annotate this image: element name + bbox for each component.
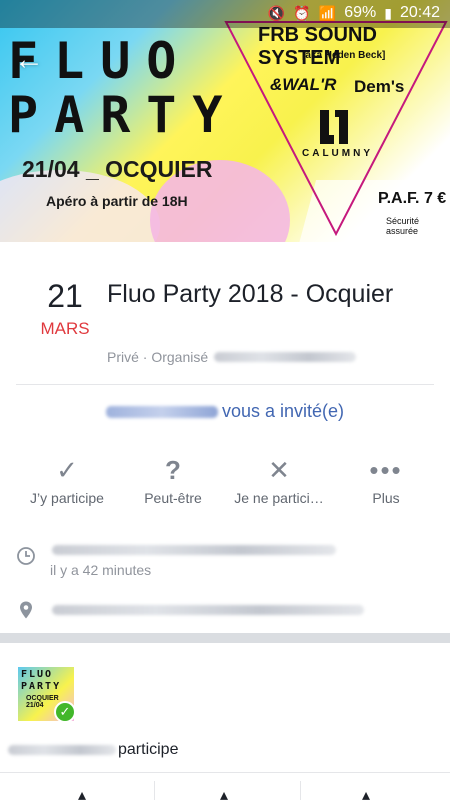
going-button[interactable]: ✓ J’y participe xyxy=(0,450,134,506)
wifi-icon: 📶 xyxy=(318,4,337,21)
redacted-event-time xyxy=(52,545,336,555)
event-location-row[interactable] xyxy=(0,598,450,626)
bottom-separator xyxy=(300,781,301,800)
attendee-status-text: participe xyxy=(118,741,179,758)
event-date: 21 MARS xyxy=(30,278,100,339)
cover-headliner: FRB SOUND SYSTEM xyxy=(258,24,377,69)
event-cover-photo[interactable]: FLUO PARTY 21/04 _ OCQUIER Apéro à parti… xyxy=(0,0,450,242)
redacted-attendee-name xyxy=(8,745,116,755)
clock-icon xyxy=(17,547,35,565)
cover-apero: Apéro à partir de 18H xyxy=(46,193,188,209)
event-day: 21 xyxy=(47,278,83,314)
location-pin-icon xyxy=(20,601,32,619)
bottom-action-icon[interactable]: ▴ xyxy=(220,785,228,800)
event-time-row[interactable]: il y a 42 minutes xyxy=(0,538,450,588)
back-arrow-icon[interactable]: ← xyxy=(14,45,44,75)
rsvp-actions: ✓ J’y participe ? Peut-être ✕ Je ne part… xyxy=(0,450,450,506)
battery-icon: ▮ xyxy=(384,4,392,21)
status-bar: 🔇 ⏰ 📶 69% ▮ 20:42 xyxy=(0,0,450,28)
invite-text: vous a invité(e) xyxy=(221,401,345,421)
event-title: Fluo Party 2018 - Ocquier xyxy=(107,280,394,308)
thumbnail-subtitle: OCQUIER 21/04 xyxy=(26,695,59,709)
maybe-button[interactable]: ? Peut-être xyxy=(134,450,212,506)
cover-artist-2: Dem's xyxy=(354,77,405,96)
cover-price: P.A.F. 7 € xyxy=(378,190,447,207)
thumbnail-line2: PARTY xyxy=(21,681,62,692)
not-going-label: Je ne partici… xyxy=(234,490,324,506)
attendee-status[interactable]: participe xyxy=(8,741,178,759)
question-icon: ? xyxy=(165,455,181,485)
more-button[interactable]: ••• Plus xyxy=(346,450,426,506)
thumbnail-line3: OCQUIER xyxy=(26,695,59,702)
cover-security: Sécurité assurée xyxy=(386,216,420,236)
bottom-separator xyxy=(154,781,155,800)
cover-artist-3: CALUMNY xyxy=(302,148,373,159)
redacted-organizer xyxy=(214,352,357,362)
more-icon: ••• xyxy=(369,455,403,485)
thumbnail-title: FLUO PARTY xyxy=(21,669,61,693)
not-going-button[interactable]: ✕ Je ne partici… xyxy=(212,450,346,506)
cover-artist-1: &WAL'R xyxy=(270,75,337,94)
divider xyxy=(16,384,434,385)
event-screen: FLUO PARTY 21/04 _ OCQUIER Apéro à parti… xyxy=(0,0,450,800)
section-divider xyxy=(0,633,450,643)
going-label: J’y participe xyxy=(30,490,104,506)
cover-date-location: 21/04 _ OCQUIER xyxy=(22,156,213,182)
maybe-label: Peut-être xyxy=(144,490,202,506)
event-privacy-organizer[interactable]: Privé · Organisé xyxy=(107,349,357,365)
more-label: Plus xyxy=(372,490,400,506)
calumny-logo-icon xyxy=(320,110,348,144)
check-icon: ✓ xyxy=(56,455,78,485)
thumbnail-line1: FLUO xyxy=(21,669,54,680)
clock: 20:42 xyxy=(399,4,440,21)
redacted-inviter xyxy=(105,405,218,418)
x-icon: ✕ xyxy=(268,455,290,485)
event-time-ago: il y a 42 minutes xyxy=(50,562,152,578)
event-meta-text: Privé · Organisé xyxy=(107,349,209,365)
battery-level: 69% xyxy=(344,4,377,21)
redacted-location xyxy=(52,605,364,615)
alarm-icon: ⏰ xyxy=(293,4,311,21)
bottom-action-icon[interactable]: ▴ xyxy=(362,785,370,800)
mute-icon: 🔇 xyxy=(267,4,286,21)
bottom-action-icon[interactable]: ▴ xyxy=(78,785,86,800)
bottom-action-bar: ▴ ▴ ▴ xyxy=(0,772,450,800)
event-month: MARS xyxy=(40,319,90,338)
invite-banner[interactable]: vous a invité(e) xyxy=(0,401,450,422)
cover-title-line2: PARTY xyxy=(8,86,239,144)
going-check-icon: ✓ xyxy=(54,701,76,723)
cover-aka: [aka Heden Beck] xyxy=(302,50,386,61)
